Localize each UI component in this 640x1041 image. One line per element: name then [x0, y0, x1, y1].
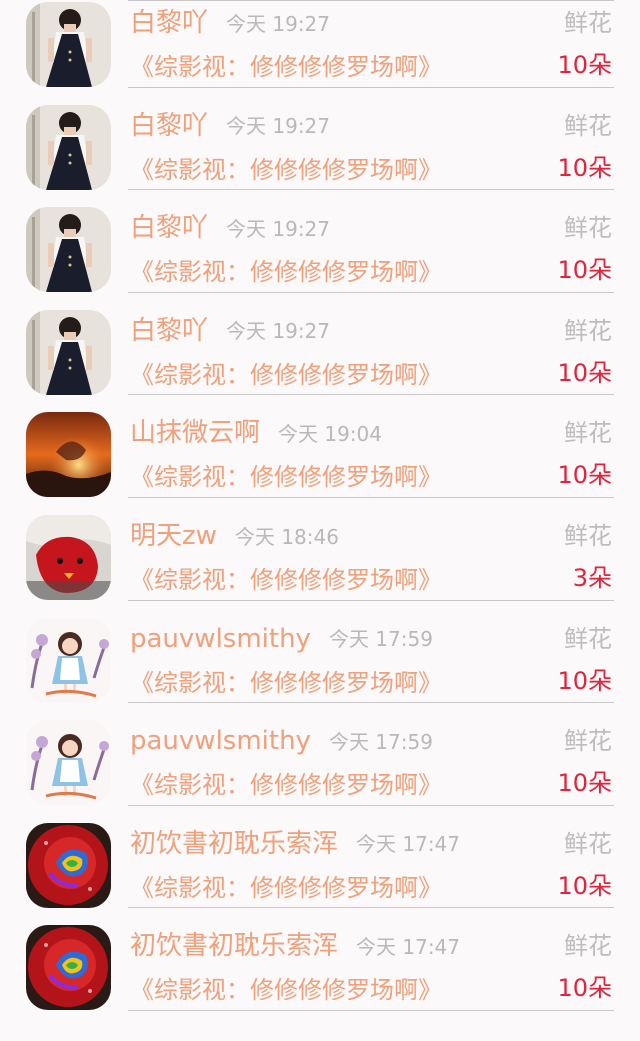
- user-name[interactable]: pauvwlsmithy: [130, 726, 311, 756]
- timestamp: 今天 17:47: [356, 832, 461, 857]
- gift-type: 鲜花: [564, 316, 612, 345]
- gift-type: 鲜花: [564, 111, 612, 140]
- gift-type: 鲜花: [564, 419, 612, 448]
- gift-count: 3朵: [572, 564, 612, 592]
- book-title[interactable]: 《综影视：修修修修罗场啊》: [130, 47, 442, 87]
- user-name[interactable]: 白黎吖: [130, 8, 208, 38]
- user-name[interactable]: 白黎吖: [130, 213, 208, 243]
- girl-dress-avatar[interactable]: [26, 309, 111, 395]
- list-item[interactable]: 白黎吖 今天 19:27 鲜花 《综影视：修修修修罗场啊》 10朵: [0, 190, 640, 293]
- gift-type: 鲜花: [564, 829, 612, 858]
- book-title[interactable]: 《综影视：修修修修罗场啊》: [130, 355, 442, 395]
- gift-type: 鲜花: [564, 624, 612, 653]
- gift-type: 鲜花: [564, 727, 612, 756]
- book-title[interactable]: 《综影视：修修修修罗场啊》: [130, 663, 442, 703]
- user-name[interactable]: pauvwlsmithy: [130, 624, 311, 654]
- list-item[interactable]: 白黎吖 今天 19:27 鲜花 《综影视：修修修修罗场啊》 10朵: [0, 293, 640, 396]
- user-name[interactable]: 山抹微云啊: [130, 418, 260, 448]
- user-name[interactable]: 白黎吖: [130, 316, 208, 346]
- user-name[interactable]: 白黎吖: [130, 111, 208, 141]
- gift-count: 10朵: [557, 871, 612, 900]
- divider: [128, 1009, 614, 1011]
- timestamp: 今天 19:04: [278, 421, 383, 446]
- timestamp: 今天 19:27: [226, 216, 331, 241]
- gift-count: 10朵: [557, 51, 612, 79]
- gift-count: 10朵: [557, 461, 612, 490]
- gift-count: 10朵: [557, 256, 612, 285]
- girl-dress-avatar[interactable]: [26, 207, 111, 293]
- gift-type: 鲜花: [564, 214, 612, 243]
- gift-count: 10朵: [557, 358, 612, 387]
- book-title[interactable]: 《综影视：修修修修罗场啊》: [130, 868, 442, 908]
- timestamp: 今天 18:46: [234, 524, 339, 549]
- cartoon-girl-avatar[interactable]: [26, 720, 111, 806]
- list-item[interactable]: 白黎吖 今天 19:27 鲜花 《综影视：修修修修罗场啊》 10朵: [0, 88, 640, 191]
- list-item[interactable]: 明天zw 今天 18:46 鲜花 《综影视：修修修修罗场啊》 3朵: [0, 498, 640, 601]
- gift-count: 10朵: [557, 666, 612, 695]
- gift-type: 鲜花: [564, 522, 612, 550]
- list-item[interactable]: 山抹微云啊 今天 19:04 鲜花 《综影视：修修修修罗场啊》 10朵: [0, 395, 640, 498]
- list-item[interactable]: pauvwlsmithy 今天 17:59 鲜花 《综影视：修修修修罗场啊》 10…: [0, 703, 640, 806]
- girl-dress-avatar[interactable]: [26, 2, 111, 87]
- timestamp: 今天 17:59: [328, 729, 433, 754]
- rainbow-rose-avatar[interactable]: [26, 822, 111, 908]
- rainbow-rose-avatar[interactable]: [26, 925, 111, 1011]
- gift-type: 鲜花: [564, 9, 612, 37]
- timestamp: 今天 17:59: [328, 627, 433, 652]
- user-name[interactable]: 初饮書初耽乐索浑: [130, 931, 338, 961]
- list-item[interactable]: 初饮書初耽乐索浑 今天 17:47 鲜花 《综影视：修修修修罗场啊》 10朵: [0, 908, 640, 1011]
- timestamp: 今天 19:27: [226, 11, 331, 36]
- gift-list: 白黎吖 今天 19:27 鲜花 《综影视：修修修修罗场啊》 10朵 白黎吖 今天 1…: [0, 0, 640, 1041]
- book-title[interactable]: 《综影视：修修修修罗场啊》: [130, 252, 442, 292]
- red-character-avatar[interactable]: [26, 515, 111, 600]
- user-name[interactable]: 初饮書初耽乐索浑: [130, 829, 338, 859]
- list-item[interactable]: 初饮書初耽乐索浑 今天 17:47 鲜花 《综影视：修修修修罗场啊》 10朵: [0, 806, 640, 909]
- book-title[interactable]: 《综影视：修修修修罗场啊》: [130, 150, 442, 190]
- gift-count: 10朵: [557, 153, 612, 182]
- gift-count: 10朵: [557, 769, 612, 798]
- cartoon-girl-avatar[interactable]: [26, 617, 111, 703]
- book-title[interactable]: 《综影视：修修修修罗场啊》: [130, 560, 442, 600]
- timestamp: 今天 19:27: [226, 319, 331, 344]
- book-title[interactable]: 《综影视：修修修修罗场啊》: [130, 457, 442, 497]
- gift-count: 10朵: [557, 974, 612, 1003]
- list-item[interactable]: pauvwlsmithy 今天 17:59 鲜花 《综影视：修修修修罗场啊》 10…: [0, 601, 640, 704]
- book-title[interactable]: 《综影视：修修修修罗场啊》: [130, 970, 442, 1010]
- user-name[interactable]: 明天zw: [130, 521, 217, 551]
- timestamp: 今天 17:47: [356, 934, 461, 959]
- girl-dress-avatar[interactable]: [26, 104, 111, 190]
- book-title[interactable]: 《综影视：修修修修罗场啊》: [130, 765, 442, 805]
- timestamp: 今天 19:27: [226, 114, 331, 139]
- sunset-avatar[interactable]: [26, 412, 111, 498]
- gift-type: 鲜花: [564, 932, 612, 961]
- list-item[interactable]: 白黎吖 今天 19:27 鲜花 《综影视：修修修修罗场啊》 10朵: [0, 0, 640, 88]
